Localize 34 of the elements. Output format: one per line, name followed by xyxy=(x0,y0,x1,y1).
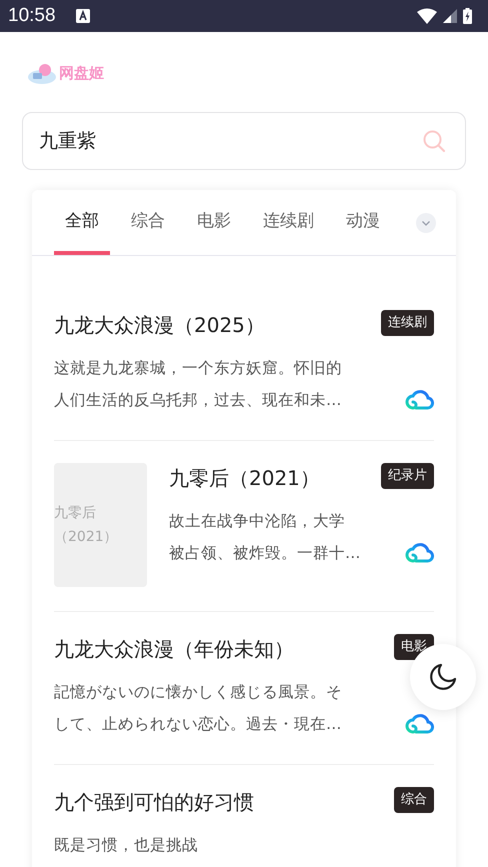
result-title[interactable]: 九零后（2021） xyxy=(169,463,320,493)
category-tab[interactable]: 动漫 xyxy=(335,190,391,255)
category-tag: 连续剧 xyxy=(381,310,434,336)
logo-text: 网盘姬 xyxy=(59,64,104,82)
description-line: 这就是九龙寨城，一个东方妖窟。怀旧的 xyxy=(54,358,342,379)
category-tab[interactable]: 全部 xyxy=(54,190,110,255)
notification-icon xyxy=(76,9,90,23)
battery-icon xyxy=(463,8,472,24)
status-time: 10:58 xyxy=(8,5,56,27)
thumbnail-caption: （2021） xyxy=(54,528,118,547)
category-tag: 综合 xyxy=(394,787,434,813)
signal-icon xyxy=(443,9,457,23)
cloud-icon[interactable] xyxy=(404,541,434,563)
category-tab[interactable]: 综合 xyxy=(120,190,176,255)
description-line: 既是习惯，也是挑战 xyxy=(54,835,198,856)
thumbnail-caption: 九零后 xyxy=(54,504,97,523)
cloud-icon[interactable] xyxy=(404,712,434,734)
result-title[interactable]: 九龙大众浪漫（年份未知） xyxy=(54,634,294,664)
logo-icon xyxy=(27,61,57,85)
description-line: 人们生活的反乌托邦，过去、现在和未… xyxy=(54,390,342,411)
category-tag: 纪录片 xyxy=(381,463,434,489)
result-title[interactable]: 九龙大众浪漫（2025） xyxy=(54,310,265,340)
cloud-icon[interactable] xyxy=(404,388,434,410)
category-tab[interactable]: 连续剧 xyxy=(252,190,325,255)
result-title[interactable]: 九个强到可怕的好习惯 xyxy=(54,787,254,817)
search-field[interactable]: 九重紫 xyxy=(22,112,466,170)
description-line: 故土在战争中沦陷，大学 xyxy=(169,511,346,532)
moon-icon[interactable] xyxy=(429,663,457,691)
chevron-down-icon[interactable] xyxy=(416,212,436,232)
category-tab[interactable]: 电影 xyxy=(186,190,242,255)
description-line: 記憶がないのに懐かしく感じる風景。そ xyxy=(54,682,342,703)
description-line: して、止められない恋心。過去・現在… xyxy=(54,714,342,735)
description-line: 被占领、被炸毁。一群十… xyxy=(169,543,360,564)
wifi-icon xyxy=(417,8,437,24)
